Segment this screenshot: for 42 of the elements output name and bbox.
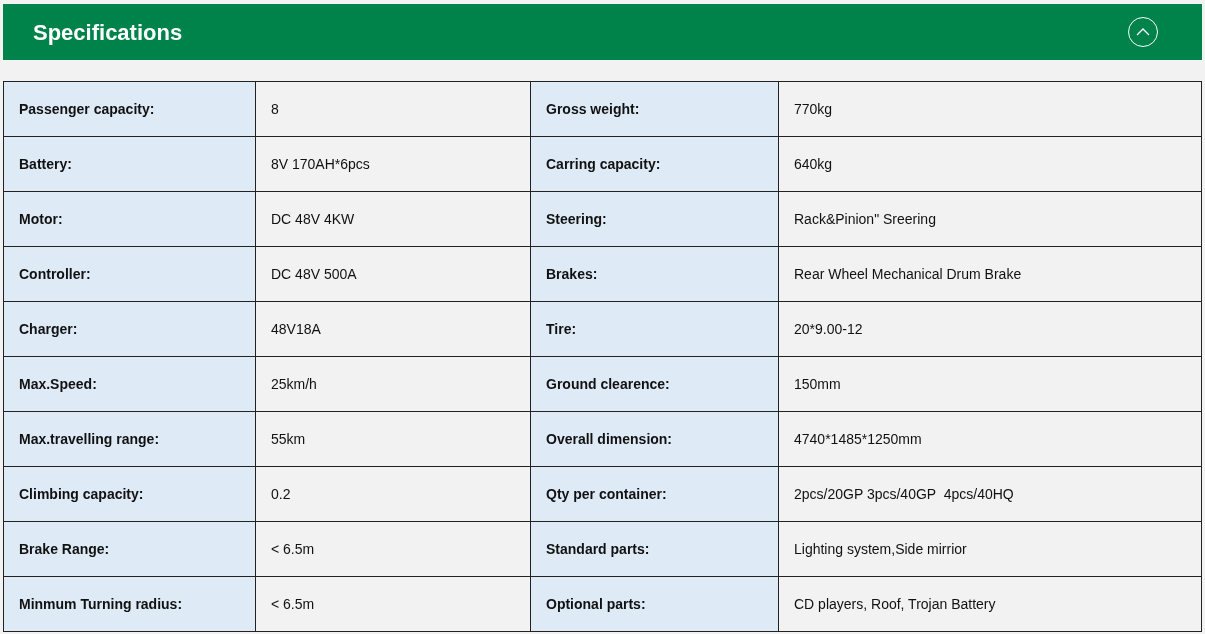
spec-value: 20*9.00-12 <box>778 301 1202 357</box>
spec-value: CD players, Roof, Trojan Battery <box>778 576 1202 632</box>
spec-value: 8V 170AH*6pcs <box>255 136 531 192</box>
spec-label: Motor: <box>3 191 256 247</box>
spec-label: Battery: <box>3 136 256 192</box>
spec-value: 640kg <box>778 136 1202 192</box>
spec-value: 0.2 <box>255 466 531 522</box>
chevron-up-icon <box>1136 28 1150 36</box>
spec-value: Rack&Pinion" Sreering <box>778 191 1202 247</box>
spec-label: Charger: <box>3 301 256 357</box>
spec-label: Carring capacity: <box>530 136 779 192</box>
spec-label: Max.Speed: <box>3 356 256 412</box>
spec-value: 25km/h <box>255 356 531 412</box>
spec-value: DC 48V 4KW <box>255 191 531 247</box>
spec-value: DC 48V 500A <box>255 246 531 302</box>
spec-label: Standard parts: <box>530 521 779 577</box>
spec-value: < 6.5m <box>255 521 531 577</box>
spec-value: < 6.5m <box>255 576 531 632</box>
spec-value: 770kg <box>778 81 1202 137</box>
spec-label: Overall dimension: <box>530 411 779 467</box>
spec-label: Controller: <box>3 246 256 302</box>
spec-value: 2pcs/20GP 3pcs/40GP 4pcs/40HQ <box>778 466 1202 522</box>
spec-label: Qty per container: <box>530 466 779 522</box>
spec-label: Tire: <box>530 301 779 357</box>
spec-label: Brake Range: <box>3 521 256 577</box>
spec-label: Passenger capacity: <box>3 81 256 137</box>
spec-label: Ground clearence: <box>530 356 779 412</box>
spec-value: Lighting system,Side mirrior <box>778 521 1202 577</box>
spec-value: 4740*1485*1250mm <box>778 411 1202 467</box>
spec-value: 48V18A <box>255 301 531 357</box>
section-title: Specifications <box>33 18 183 47</box>
spec-label: Steering: <box>530 191 779 247</box>
spec-label: Brakes: <box>530 246 779 302</box>
spec-label: Minmum Turning radius: <box>3 576 256 632</box>
spec-label: Gross weight: <box>530 81 779 137</box>
spec-value: 150mm <box>778 356 1202 412</box>
spec-value: Rear Wheel Mechanical Drum Brake <box>778 246 1202 302</box>
spec-value: 8 <box>255 81 531 137</box>
spec-value: 55km <box>255 411 531 467</box>
spec-label: Optional parts: <box>530 576 779 632</box>
spec-label: Climbing capacity: <box>3 466 256 522</box>
spec-label: Max.travelling range: <box>3 411 256 467</box>
